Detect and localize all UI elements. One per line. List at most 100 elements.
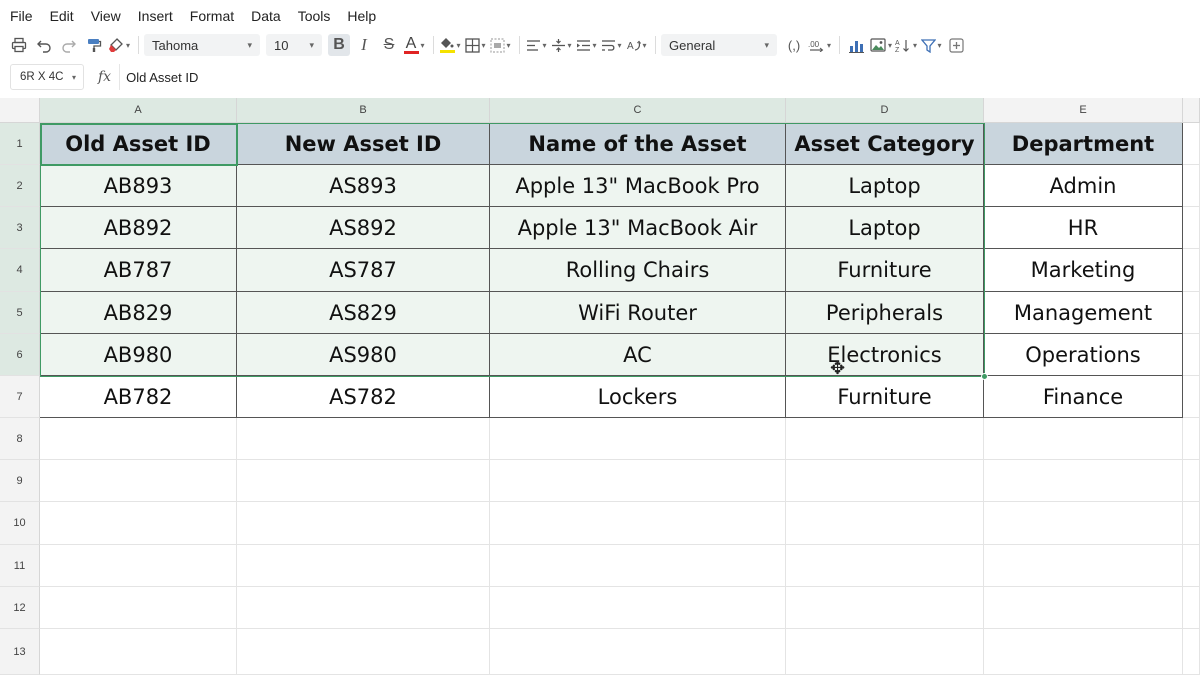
- column-header-b[interactable]: B: [237, 98, 490, 123]
- cell-c3[interactable]: Apple 13" MacBook Air: [490, 207, 786, 249]
- borders-icon[interactable]: ▾: [464, 34, 486, 56]
- decimal-icon[interactable]: .00 ▾: [808, 34, 831, 56]
- cell-c2[interactable]: Apple 13" MacBook Pro: [490, 165, 786, 207]
- select-all-corner[interactable]: [0, 98, 40, 123]
- cell-b3[interactable]: AS892: [237, 207, 490, 249]
- wrap-text-icon[interactable]: ▾: [600, 34, 622, 56]
- cell-b2[interactable]: AS893: [237, 165, 490, 207]
- row-header-9[interactable]: 9: [0, 460, 40, 502]
- cell-f5[interactable]: [1183, 292, 1200, 334]
- filter-icon[interactable]: ▾: [920, 34, 942, 56]
- insert-chart-icon[interactable]: [845, 34, 867, 56]
- name-box[interactable]: 6R X 4C ▾: [10, 64, 84, 90]
- cell-e7[interactable]: Finance: [984, 376, 1183, 418]
- cell-e1[interactable]: Department: [984, 123, 1183, 165]
- cell-d11[interactable]: [786, 545, 984, 587]
- cell-e2[interactable]: Admin: [984, 165, 1183, 207]
- cell-e13[interactable]: [984, 629, 1183, 675]
- cell-d9[interactable]: [786, 460, 984, 502]
- cell-d5[interactable]: Peripherals: [786, 292, 984, 334]
- redo-icon[interactable]: [58, 34, 80, 56]
- cell-a1[interactable]: Old Asset ID: [40, 123, 237, 165]
- strikethrough-button[interactable]: S: [378, 34, 400, 56]
- cell-c6[interactable]: AC: [490, 334, 786, 376]
- cell-b5[interactable]: AS829: [237, 292, 490, 334]
- cell-b10[interactable]: [237, 502, 490, 545]
- cell-d13[interactable]: [786, 629, 984, 675]
- cell-b8[interactable]: [237, 418, 490, 460]
- font-size-select[interactable]: 10 ▾: [266, 34, 323, 56]
- cell-b1[interactable]: New Asset ID: [237, 123, 490, 165]
- font-family-select[interactable]: Tahoma ▾: [144, 34, 261, 56]
- cell-f3[interactable]: [1183, 207, 1200, 249]
- cell-f12[interactable]: [1183, 587, 1200, 629]
- row-header-4[interactable]: 4: [0, 249, 40, 292]
- menu-edit[interactable]: Edit: [50, 8, 74, 24]
- cell-e4[interactable]: Marketing: [984, 249, 1183, 292]
- column-header-c[interactable]: C: [490, 98, 786, 123]
- cell-f8[interactable]: [1183, 418, 1200, 460]
- cell-a10[interactable]: [40, 502, 237, 545]
- menu-format[interactable]: Format: [190, 8, 234, 24]
- cell-c9[interactable]: [490, 460, 786, 502]
- insert-image-icon[interactable]: ▾: [870, 34, 892, 56]
- cell-f7[interactable]: [1183, 376, 1200, 418]
- cell-f4[interactable]: [1183, 249, 1200, 292]
- cell-a4[interactable]: AB787: [40, 249, 237, 292]
- cell-b13[interactable]: [237, 629, 490, 675]
- row-header-10[interactable]: 10: [0, 502, 40, 545]
- cell-f11[interactable]: [1183, 545, 1200, 587]
- cell-a3[interactable]: AB892: [40, 207, 237, 249]
- cell-a8[interactable]: [40, 418, 237, 460]
- row-header-12[interactable]: 12: [0, 587, 40, 629]
- paint-format-icon[interactable]: [83, 34, 105, 56]
- print-icon[interactable]: [8, 34, 30, 56]
- row-header-1[interactable]: 1: [0, 123, 40, 165]
- cell-c8[interactable]: [490, 418, 786, 460]
- cell-d4[interactable]: Furniture: [786, 249, 984, 292]
- cell-b4[interactable]: AS787: [237, 249, 490, 292]
- clear-format-icon[interactable]: ▾: [108, 34, 130, 56]
- cell-c7[interactable]: Lockers: [490, 376, 786, 418]
- row-header-7[interactable]: 7: [0, 376, 40, 418]
- row-header-2[interactable]: 2: [0, 165, 40, 207]
- cell-c12[interactable]: [490, 587, 786, 629]
- menu-file[interactable]: File: [10, 8, 33, 24]
- cell-e12[interactable]: [984, 587, 1183, 629]
- cell-a6[interactable]: AB980: [40, 334, 237, 376]
- cell-f2[interactable]: [1183, 165, 1200, 207]
- cell-f13[interactable]: [1183, 629, 1200, 675]
- cell-b11[interactable]: [237, 545, 490, 587]
- cell-a13[interactable]: [40, 629, 237, 675]
- formula-input[interactable]: Old Asset ID: [119, 64, 1200, 90]
- cell-d3[interactable]: Laptop: [786, 207, 984, 249]
- cell-b6[interactable]: AS980: [237, 334, 490, 376]
- fill-color-button[interactable]: ▾: [439, 34, 461, 56]
- cell-c13[interactable]: [490, 629, 786, 675]
- bold-button[interactable]: B: [328, 34, 351, 56]
- indent-icon[interactable]: ▾: [575, 34, 597, 56]
- cell-c11[interactable]: [490, 545, 786, 587]
- cell-e11[interactable]: [984, 545, 1183, 587]
- menu-help[interactable]: Help: [347, 8, 376, 24]
- cell-a5[interactable]: AB829: [40, 292, 237, 334]
- number-format-select[interactable]: General ▾: [661, 34, 778, 56]
- fill-handle[interactable]: [981, 373, 988, 380]
- cell-c4[interactable]: Rolling Chairs: [490, 249, 786, 292]
- column-header-d[interactable]: D: [786, 98, 984, 123]
- font-color-button[interactable]: A ▾: [403, 34, 425, 56]
- cell-c10[interactable]: [490, 502, 786, 545]
- cell-e9[interactable]: [984, 460, 1183, 502]
- more-options-icon[interactable]: [945, 34, 967, 56]
- sort-icon[interactable]: AZ ▾: [895, 34, 917, 56]
- italic-button[interactable]: I: [353, 34, 375, 56]
- cell-d7[interactable]: Furniture: [786, 376, 984, 418]
- menu-insert[interactable]: Insert: [138, 8, 173, 24]
- cell-d12[interactable]: [786, 587, 984, 629]
- cell-d1[interactable]: Asset Category: [786, 123, 984, 165]
- menu-view[interactable]: View: [91, 8, 121, 24]
- cell-c1[interactable]: Name of the Asset: [490, 123, 786, 165]
- row-header-11[interactable]: 11: [0, 545, 40, 587]
- cell-d6[interactable]: Electronics: [786, 334, 984, 376]
- column-header-a[interactable]: A: [40, 98, 237, 123]
